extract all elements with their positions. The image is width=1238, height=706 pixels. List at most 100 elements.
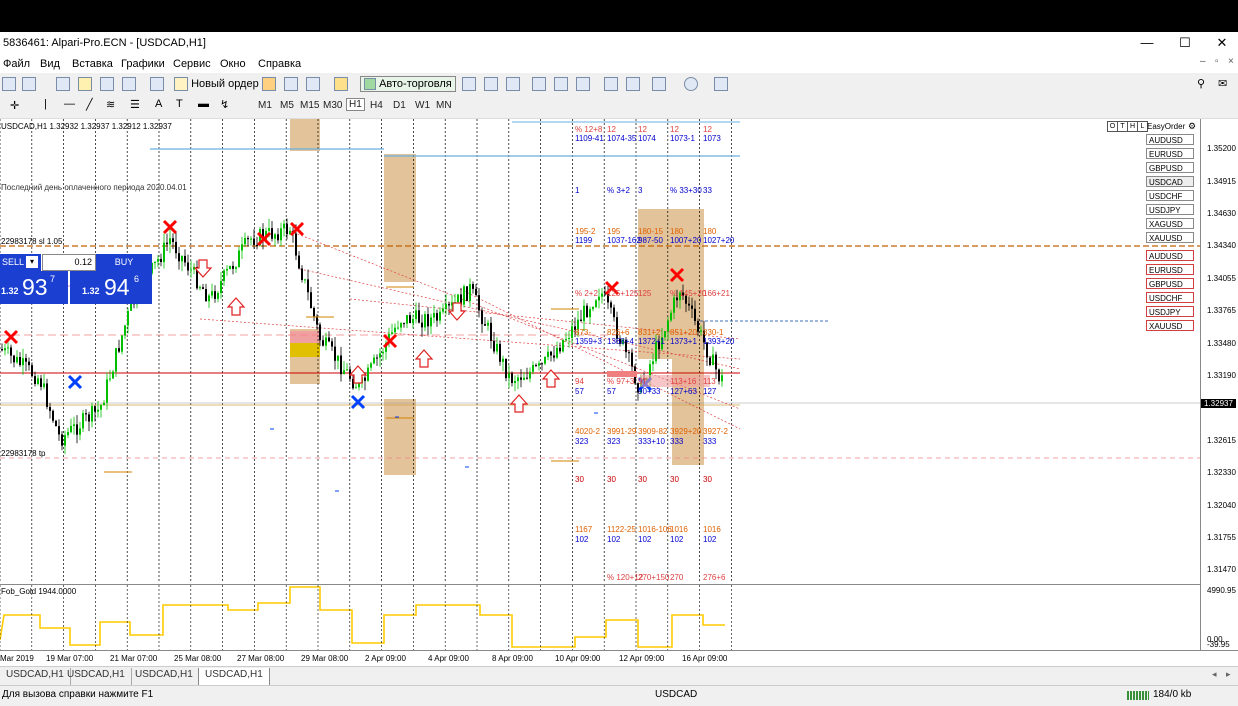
price-scale[interactable]: 1.35200 1.34915 1.34630 1.34340 1.34055 … [1200,119,1238,650]
new-order-button[interactable]: Новый ордер [174,77,259,91]
candle-body [532,365,534,372]
timeframe-mn[interactable]: MN [436,100,452,111]
sell-price-box[interactable]: 1.32 93 7 [0,271,68,304]
annotation-label: 826+6 [607,328,630,337]
chart-tab[interactable]: USDCAD,H1 [61,668,132,685]
rectangle-icon[interactable]: ▬ [198,98,209,110]
lot-input[interactable]: 0.12 [42,254,96,271]
timeframe-m15[interactable]: M15 [300,100,319,111]
tabs-scroll-right-icon[interactable]: ▸ [1226,669,1231,680]
candle-body [67,432,69,436]
symbol-button[interactable]: USDJPY [1146,204,1194,215]
metaeditor-icon[interactable] [262,77,276,94]
minimize-button[interactable]: — [1130,34,1164,52]
arrows-icon[interactable]: ↯ [220,98,229,111]
symbol-button-alt[interactable]: USDCHF [1146,292,1194,303]
annotation-label: 102 [575,535,589,544]
menu-window[interactable]: Окно [220,58,246,70]
chat-icon[interactable]: ✉ [1218,77,1227,90]
symbol-button[interactable]: XAUUSD [1146,232,1194,243]
timeframe-m1[interactable]: M1 [258,100,272,111]
maximize-button[interactable]: ☐ [1168,34,1202,52]
bar-chart-icon[interactable] [462,77,476,94]
annotation-label: 270 [670,573,684,582]
candle-body [64,435,66,446]
lot-dropdown-icon[interactable]: ▾ [26,256,38,268]
symbol-button-alt[interactable]: EURUSD [1146,264,1194,275]
chart-tabs: USDCAD,H1 USDCAD,H1 USDCAD,H1 USDCAD,H1 … [0,666,1238,686]
auto-trading-button[interactable]: Авто-торговля [360,76,456,93]
annotation-label: 94 [575,377,584,386]
timeframe-m30[interactable]: M30 [323,100,342,111]
chart-shift-icon[interactable] [626,77,640,94]
signals-icon[interactable] [334,77,348,94]
navigator-icon[interactable] [122,77,136,94]
candle-body [475,288,477,296]
tile-windows-icon[interactable] [576,77,590,94]
strategy-tester-icon[interactable] [284,77,298,94]
symbol-button-active[interactable]: USDCAD [1146,176,1194,187]
chart-tab[interactable]: USDCAD,H1 [129,668,200,685]
search-icon[interactable]: ⚲ [1197,77,1205,90]
candle-body [331,341,333,347]
timeframe-w1[interactable]: W1 [415,100,430,111]
autoscroll-icon[interactable] [604,77,618,94]
favorites-icon[interactable] [78,77,92,94]
symbol-button-alt[interactable]: AUDUSD [1146,250,1194,261]
trendline-icon[interactable]: ╱ [86,98,93,111]
indicators-icon[interactable] [652,77,666,94]
close-button[interactable]: ✕ [1205,34,1238,52]
price-chart[interactable]: USDCAD,H1 1.32932 1.32937 1.32912 1.3293… [0,119,1200,583]
candle-body [412,318,414,324]
symbol-button-alt[interactable]: XAUUSD [1146,320,1194,331]
text-icon[interactable]: A [155,98,162,110]
candle-body [439,311,441,321]
templates-icon[interactable] [714,77,728,94]
menu-file[interactable]: Файл [3,58,30,70]
time-scale[interactable]: Mar 2019 19 Mar 07:00 21 Mar 07:00 25 Ma… [0,650,1238,667]
timeframe-h1[interactable]: H1 [346,98,365,111]
zoom-in-icon[interactable] [532,77,546,94]
new-chart-icon[interactable] [2,77,16,94]
horizontal-line-icon[interactable]: — [64,98,75,110]
indicator-window[interactable]: Fob_Gold 1944.0000 [0,584,1200,651]
zoom-out-icon[interactable] [554,77,568,94]
candle-body [394,327,396,333]
profiles-icon[interactable] [22,77,36,94]
symbol-button[interactable]: AUDUSD [1146,134,1194,145]
vertical-line-icon[interactable]: | [44,98,47,110]
candle-body [457,294,459,303]
crosshair-nav-icon[interactable] [56,77,70,94]
channel-icon[interactable]: ≋ [106,98,115,111]
symbol-button[interactable]: USDCHF [1146,190,1194,201]
fibo-icon[interactable]: ☰ [130,98,140,111]
symbol-button-alt[interactable]: USDJPY [1146,306,1194,317]
candles-icon[interactable] [484,77,498,94]
menu-insert[interactable]: Вставка [72,58,113,70]
candle-body [355,387,357,389]
timeframe-m5[interactable]: M5 [280,100,294,111]
line-chart-icon[interactable] [506,77,520,94]
timeframe-h4[interactable]: H4 [370,100,383,111]
symbol-button[interactable]: XAGUSD [1146,218,1194,229]
chart-tab-active[interactable]: USDCAD,H1 [198,668,270,686]
annotation-label: 1373+1 [670,337,697,346]
crosshair-icon[interactable]: ✛ [10,99,19,112]
text-label-icon[interactable]: T [176,98,183,110]
symbol-button-alt[interactable]: GBPUSD [1146,278,1194,289]
menu-tools[interactable]: Сервис [173,58,211,70]
symbol-button[interactable]: EURUSD [1146,148,1194,159]
buy-button[interactable]: BUY [96,254,152,271]
periods-icon[interactable] [684,77,698,94]
market-watch-icon[interactable] [100,77,114,94]
menu-help[interactable]: Справка [258,58,301,70]
tabs-scroll-left-icon[interactable]: ◂ [1212,669,1217,680]
buy-price-box[interactable]: 1.32 94 6 [70,271,152,304]
market-icon[interactable] [306,77,320,94]
easy-order-settings-icon[interactable]: ⚙ [1188,121,1196,132]
terminal-icon[interactable] [150,77,164,94]
symbol-button[interactable]: GBPUSD [1146,162,1194,173]
menu-view[interactable]: Вид [40,58,60,70]
menu-charts[interactable]: Графики [121,58,165,70]
timeframe-d1[interactable]: D1 [393,100,406,111]
